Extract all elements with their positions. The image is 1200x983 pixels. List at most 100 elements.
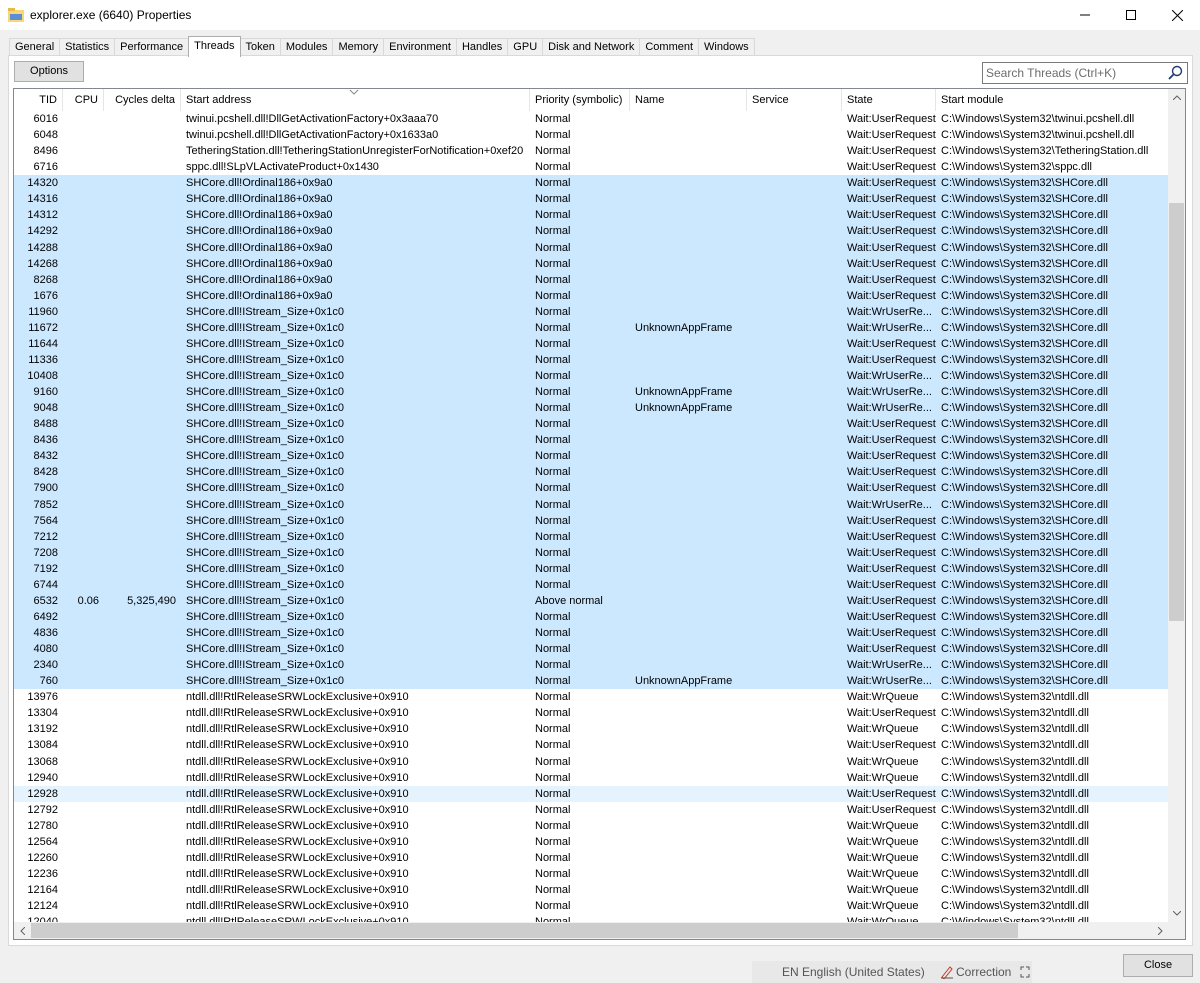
table-row[interactable]: 6016 twinui.pcshell.dll!DllGetActivationF… (14, 111, 1169, 127)
tab-token[interactable]: Token (239, 38, 281, 56)
close-button[interactable]: Close (1123, 954, 1193, 977)
table-row[interactable]: 8432 SHCore.dll!IStream_Size+0x1c0 Normal W… (14, 448, 1169, 465)
table-row[interactable]: 8496 TetheringStation.dll!TetheringStatio… (14, 143, 1169, 159)
search-input[interactable] (985, 64, 1167, 81)
table-row[interactable]: 13976 ntdll.dll!RtlReleaseSRWLockExclusiv… (14, 689, 1169, 705)
scroll-left-button[interactable] (14, 922, 31, 939)
table-row[interactable]: 12040 ntdll.dll!RtlReleaseSRWLockExclusiv… (14, 914, 1169, 922)
table-row[interactable]: 2340 SHCore.dll!IStream_Size+0x1c0 Normal W… (14, 657, 1169, 674)
table-row[interactable]: 12164 ntdll.dll!RtlReleaseSRWLockExclusiv… (14, 882, 1169, 898)
tab-performance[interactable]: Performance (114, 38, 190, 56)
table-row[interactable]: 12780 ntdll.dll!RtlReleaseSRWLockExclusiv… (14, 818, 1169, 834)
tab-general[interactable]: General (9, 38, 61, 56)
cell-service (747, 336, 842, 352)
table-row[interactable]: 12940 ntdll.dll!RtlReleaseSRWLockExclusiv… (14, 770, 1169, 786)
cell-priority: Normal (535, 659, 571, 672)
table-row[interactable]: 13084 ntdll.dll!RtlReleaseSRWLockExclusiv… (14, 737, 1169, 753)
table-row[interactable]: 12124 ntdll.dll!RtlReleaseSRWLockExclusiv… (14, 898, 1169, 914)
close-window-button[interactable] (1154, 0, 1200, 30)
scroll-right-button[interactable] (1152, 922, 1169, 939)
table-row[interactable]: 4836 SHCore.dll!IStream_Size+0x1c0 Normal W… (14, 625, 1169, 642)
table-row[interactable]: 760 SHCore.dll!IStream_Size+0x1c0 Normal Un… (14, 673, 1169, 690)
table-row[interactable]: 14316 SHCore.dll!Ordinal186+0x9a0 Normal Wa… (14, 191, 1169, 208)
table-row[interactable]: 13304 ntdll.dll!RtlReleaseSRWLockExclusiv… (14, 705, 1169, 721)
column-header-priority[interactable]: Priority (symbolic) (530, 89, 630, 111)
tab-threads[interactable]: Threads (188, 36, 241, 57)
table-row[interactable]: 12792 ntdll.dll!RtlReleaseSRWLockExclusiv… (14, 802, 1169, 818)
cell-name (630, 593, 747, 609)
cell-tid: 12928 (27, 787, 58, 800)
column-header-state[interactable]: State (842, 89, 936, 111)
cell-cpu (63, 240, 104, 256)
options-button[interactable]: Options (14, 61, 84, 82)
table-row[interactable]: 7900 SHCore.dll!IStream_Size+0x1c0 Normal W… (14, 480, 1169, 497)
table-row[interactable]: 6716 sppc.dll!SLpVLActivateProduct+0x1430… (14, 159, 1169, 175)
expand-icon[interactable] (1020, 966, 1030, 978)
scroll-up-button[interactable] (1168, 89, 1185, 106)
table-row[interactable]: 14288 SHCore.dll!Ordinal186+0x9a0 Normal Wa… (14, 239, 1169, 256)
tab-environment[interactable]: Environment (383, 38, 457, 56)
tab-modules[interactable]: Modules (279, 38, 334, 56)
table-row[interactable]: 4080 SHCore.dll!IStream_Size+0x1c0 Normal W… (14, 641, 1169, 658)
table-row[interactable]: 8488 SHCore.dll!IStream_Size+0x1c0 Normal W… (14, 416, 1169, 433)
table-row[interactable]: 12564 ntdll.dll!RtlReleaseSRWLockExclusiv… (14, 834, 1169, 850)
search-icon[interactable] (1168, 65, 1183, 80)
cell-cycles-delta (104, 770, 181, 786)
table-row[interactable]: 11672 SHCore.dll!IStream_Size+0x1c0 Normal… (14, 319, 1169, 336)
table-row[interactable]: 6492 SHCore.dll!IStream_Size+0x1c0 Normal W… (14, 608, 1169, 625)
tab-disk-and-network[interactable]: Disk and Network (542, 38, 641, 56)
horizontal-scrollbar[interactable] (14, 922, 1169, 939)
table-row[interactable]: 7564 SHCore.dll!IStream_Size+0x1c0 Normal W… (14, 512, 1169, 529)
horizontal-scroll-thumb[interactable] (31, 923, 1018, 938)
tab-handles[interactable]: Handles (455, 38, 509, 56)
table-row[interactable]: 10408 SHCore.dll!IStream_Size+0x1c0 Normal… (14, 368, 1169, 385)
vertical-scroll-thumb[interactable] (1169, 203, 1184, 621)
vertical-scrollbar[interactable] (1168, 89, 1185, 922)
tab-statistics[interactable]: Statistics (59, 38, 116, 56)
table-row[interactable]: 13192 ntdll.dll!RtlReleaseSRWLockExclusiv… (14, 721, 1169, 737)
table-row[interactable]: 13068 ntdll.dll!RtlReleaseSRWLockExclusiv… (14, 754, 1169, 770)
table-row[interactable]: 11336 SHCore.dll!IStream_Size+0x1c0 Normal… (14, 351, 1169, 368)
language-indicator[interactable]: EN English (United States) (782, 965, 925, 979)
tab-windows[interactable]: Windows (698, 38, 755, 56)
minimize-button[interactable] (1062, 0, 1108, 30)
cell-name (630, 802, 747, 818)
table-row[interactable]: 8268 SHCore.dll!Ordinal186+0x9a0 Normal Wai… (14, 271, 1169, 288)
table-row[interactable]: 12260 ntdll.dll!RtlReleaseSRWLockExclusiv… (14, 850, 1169, 866)
column-header-service[interactable]: Service (747, 89, 842, 111)
table-row[interactable]: 14268 SHCore.dll!Ordinal186+0x9a0 Normal Wa… (14, 255, 1169, 272)
column-header-cpu[interactable]: CPU (63, 89, 104, 111)
table-row[interactable]: 8436 SHCore.dll!IStream_Size+0x1c0 Normal W… (14, 432, 1169, 449)
tab-gpu[interactable]: GPU (507, 38, 544, 56)
cell-start-address: SHCore.dll!Ordinal186+0x9a0 (186, 289, 333, 302)
table-row[interactable]: 12928 ntdll.dll!RtlReleaseSRWLockExclusiv… (14, 785, 1169, 802)
column-header-tid[interactable]: TID (14, 89, 63, 111)
table-row[interactable]: 6048 twinui.pcshell.dll!DllGetActivationF… (14, 127, 1169, 143)
column-header-start-module[interactable]: Start module (936, 89, 1169, 111)
maximize-button[interactable] (1108, 0, 1154, 30)
table-row[interactable]: 11644 SHCore.dll!IStream_Size+0x1c0 Normal… (14, 335, 1169, 352)
table-row[interactable]: 9160 SHCore.dll!IStream_Size+0x1c0 Normal U… (14, 384, 1169, 401)
table-row[interactable]: 7852 SHCore.dll!IStream_Size+0x1c0 Normal W… (14, 496, 1169, 513)
table-row[interactable]: 1676 SHCore.dll!Ordinal186+0x9a0 Normal Wai… (14, 287, 1169, 304)
column-header-cycles-delta[interactable]: Cycles delta (104, 89, 181, 111)
table-row[interactable]: 7212 SHCore.dll!IStream_Size+0x1c0 Normal W… (14, 528, 1169, 545)
tab-memory[interactable]: Memory (332, 38, 385, 56)
scroll-down-button[interactable] (1168, 905, 1185, 922)
correction-label[interactable]: Correction (956, 965, 1011, 979)
table-row[interactable]: 6744 SHCore.dll!IStream_Size+0x1c0 Normal W… (14, 576, 1169, 593)
table-row[interactable]: 7192 SHCore.dll!IStream_Size+0x1c0 Normal W… (14, 560, 1169, 577)
tab-comment[interactable]: Comment (639, 38, 700, 56)
table-row[interactable]: 14292 SHCore.dll!Ordinal186+0x9a0 Normal Wa… (14, 223, 1169, 240)
table-row[interactable]: 14312 SHCore.dll!Ordinal186+0x9a0 Normal Wa… (14, 207, 1169, 224)
column-header-name[interactable]: Name (630, 89, 747, 111)
column-header-start-address[interactable]: Start address (181, 89, 530, 111)
table-row[interactable]: 6532 0.06 5,325,490 SHCore.dll!IStream_Size… (14, 592, 1169, 609)
table-row[interactable]: 7208 SHCore.dll!IStream_Size+0x1c0 Normal W… (14, 544, 1169, 561)
cell-cpu (63, 497, 104, 513)
table-row[interactable]: 9048 SHCore.dll!IStream_Size+0x1c0 Normal U… (14, 400, 1169, 417)
table-row[interactable]: 11960 SHCore.dll!IStream_Size+0x1c0 Normal… (14, 303, 1169, 320)
table-row[interactable]: 14320 SHCore.dll!Ordinal186+0x9a0 Normal Wa… (14, 175, 1169, 192)
table-row[interactable]: 8428 SHCore.dll!IStream_Size+0x1c0 Normal W… (14, 464, 1169, 481)
table-row[interactable]: 12236 ntdll.dll!RtlReleaseSRWLockExclusiv… (14, 866, 1169, 882)
